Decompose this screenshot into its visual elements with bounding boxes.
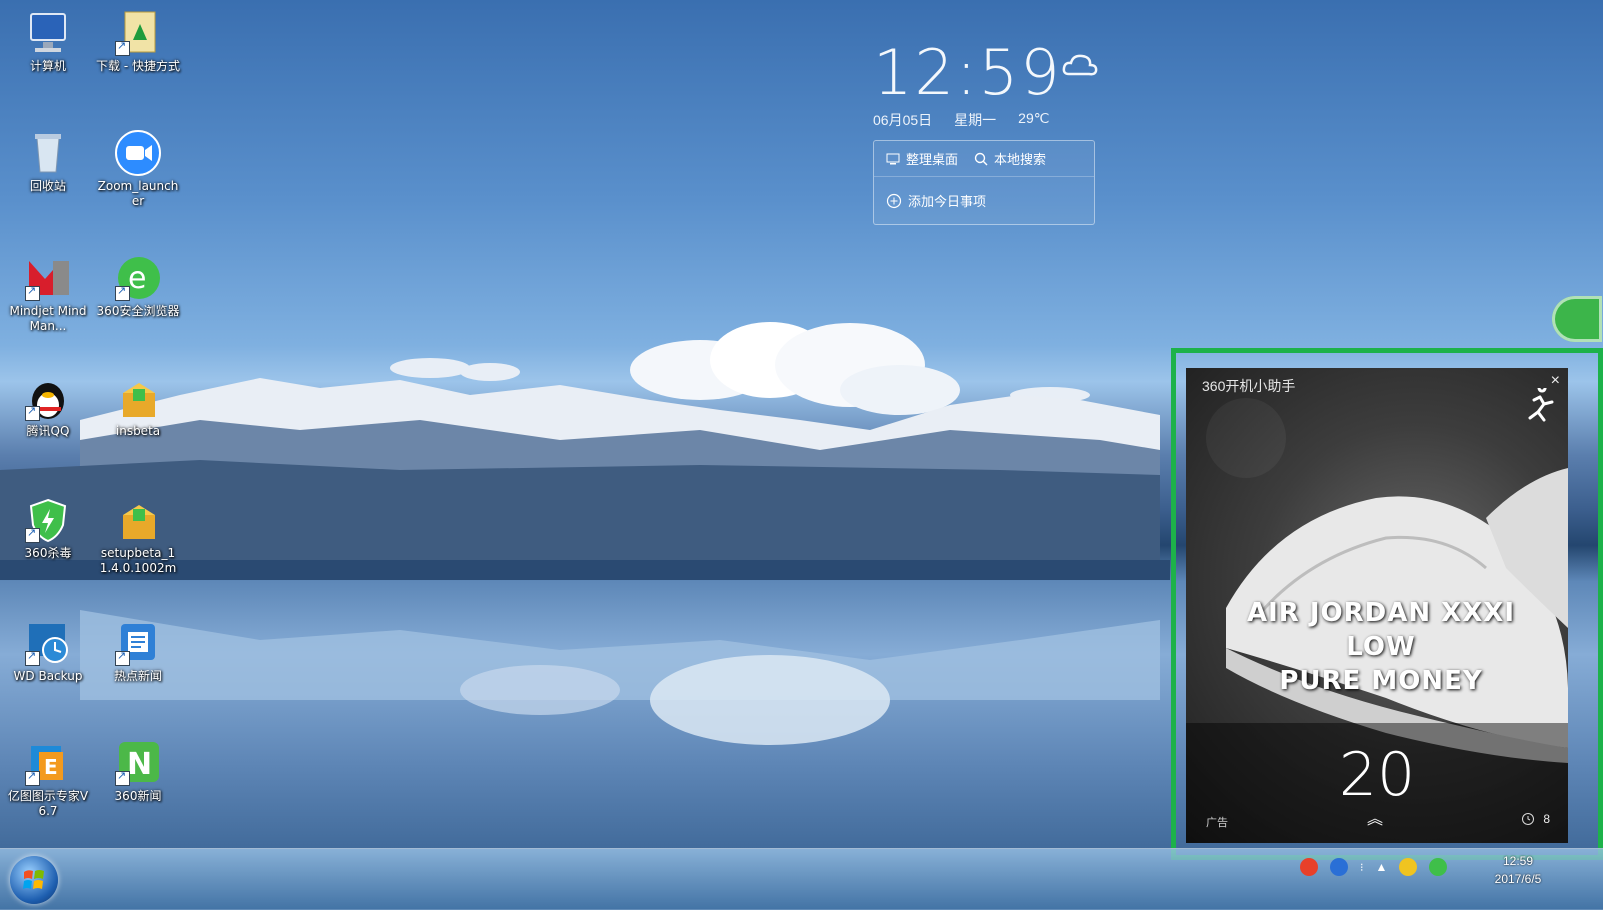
svg-text:E: E xyxy=(44,755,58,779)
shortcut-arrow-icon xyxy=(115,39,130,56)
local-search-label: 本地搜索 xyxy=(994,152,1047,167)
ad-headline-line1: AIR JORDAN XXXI LOW xyxy=(1247,598,1515,662)
edraw-icon: E xyxy=(25,740,71,786)
desktop-icon-wd-backup[interactable]: WD Backup xyxy=(6,620,90,684)
360-tray-icon[interactable] xyxy=(1399,858,1418,876)
icon-label: 360新闻 xyxy=(114,789,162,803)
clock-icon xyxy=(1522,813,1535,825)
floating-assistant-bubble[interactable] xyxy=(1552,296,1602,342)
clock-temperature: 29℃ xyxy=(1018,110,1050,126)
clock-weekday: 星期一 xyxy=(954,112,997,128)
windows-logo-icon xyxy=(23,870,44,889)
add-today-item-button[interactable]: 添加今日事项 xyxy=(874,176,1094,224)
desktop-icon-insbeta[interactable]: insbeta xyxy=(96,375,180,439)
desktop-icon-zoom-launcher[interactable]: Zoom_launcher xyxy=(96,130,180,209)
jumpman-logo-icon xyxy=(1528,388,1554,422)
help-icon[interactable] xyxy=(1330,858,1348,876)
icon-label: 腾讯QQ xyxy=(26,424,70,438)
svg-text:N: N xyxy=(127,747,152,782)
desktop-icon-downloads-shortcut[interactable]: 下载 - 快捷方式 xyxy=(96,10,180,74)
recycle-bin-icon xyxy=(25,130,71,176)
zoom-icon xyxy=(115,130,161,176)
organize-desktop-button[interactable]: 整理桌面 xyxy=(886,149,958,168)
svg-text:e: e xyxy=(128,261,146,296)
shield-icon xyxy=(25,497,71,543)
ad-headline: AIR JORDAN XXXI LOW PURE MONEY xyxy=(1216,596,1546,698)
countdown-number: 20 xyxy=(1338,740,1416,810)
desktop-icon-computer[interactable]: 计算机 xyxy=(6,10,90,74)
installer-box-icon xyxy=(115,375,161,421)
shortcut-arrow-icon xyxy=(25,649,40,666)
start-button[interactable] xyxy=(10,856,58,904)
desktop-icon-qq[interactable]: 腾讯QQ xyxy=(6,375,90,439)
desktop-icon-edraw[interactable]: E 亿图图示专家V6.7 xyxy=(6,740,90,819)
shortcut-arrow-icon xyxy=(115,769,130,786)
clock-actions-row: 整理桌面 本地搜索 xyxy=(874,141,1094,176)
show-hidden-icons-arrow-icon[interactable]: ▲ xyxy=(1376,860,1388,874)
shortcut-arrow-icon xyxy=(25,284,40,301)
taskbar-clock[interactable]: 12:59 2017/6/5 xyxy=(1478,852,1558,888)
taskbar-date: 2017/6/5 xyxy=(1494,872,1542,886)
tray-divider-icon: ⁝ xyxy=(1360,861,1364,874)
clock-action-panel: 整理桌面 本地搜索 添加今日事项 xyxy=(873,140,1095,225)
taskbar-time: 12:59 xyxy=(1502,854,1534,868)
qq-penguin-icon xyxy=(25,375,71,421)
installer-box-icon xyxy=(115,497,161,543)
icon-label: 360杀毒 xyxy=(24,546,72,560)
shortcut-arrow-icon xyxy=(25,404,40,421)
icon-label: 亿图图示专家V6.7 xyxy=(7,789,89,818)
weather-cloud-icon xyxy=(1062,54,1098,76)
computer-icon xyxy=(25,10,71,56)
desktop-icon-hot-news[interactable]: 热点新闻 xyxy=(96,620,180,684)
search-icon xyxy=(974,152,988,165)
clock-date: 06月05日 xyxy=(873,112,933,128)
360-guard-tray-icon[interactable] xyxy=(1429,858,1448,876)
add-circle-icon xyxy=(886,193,902,208)
shortcut-arrow-icon xyxy=(115,284,130,301)
icon-label: 下载 - 快捷方式 xyxy=(96,59,180,73)
360-browser-icon: e xyxy=(115,255,161,301)
startup-assistant-popup: 360开机小助手 × AIR JORDAN XXXI LOW PURE MONE… xyxy=(1186,368,1568,843)
icon-label: setupbeta_11.4.0.1002m xyxy=(99,546,177,575)
shortcut-arrow-icon xyxy=(25,769,40,786)
desktop-icon-360-browser[interactable]: e 360安全浏览器 xyxy=(96,255,180,319)
popup-title: 360开机小助手 xyxy=(1202,378,1296,394)
folder-shortcut-icon xyxy=(115,10,161,56)
view-count-value: 8 xyxy=(1543,812,1550,826)
icon-label: Zoom_launcher xyxy=(97,179,179,208)
system-tray: ⁝ ▲ xyxy=(1300,858,1448,876)
add-today-item-label: 添加今日事项 xyxy=(908,194,987,209)
icon-label: 计算机 xyxy=(29,59,66,73)
organize-desktop-label: 整理桌面 xyxy=(906,152,959,167)
desktop-icon-360-news[interactable]: N 360新闻 xyxy=(96,740,180,804)
shortcut-arrow-icon xyxy=(25,526,40,543)
shortcut-arrow-icon xyxy=(115,649,130,666)
desktop-icon-360-antivirus[interactable]: 360杀毒 xyxy=(6,497,90,561)
local-search-button[interactable]: 本地搜索 xyxy=(974,149,1046,168)
view-count: 8 xyxy=(1521,812,1550,826)
icon-label: Mindjet MindMan... xyxy=(9,304,87,333)
desktop-icon-mindjet[interactable]: Mindjet MindMan... xyxy=(6,255,90,334)
icon-label: insbeta xyxy=(115,424,161,438)
ad-headline-line2: PURE MONEY xyxy=(1279,666,1483,696)
icon-label: WD Backup xyxy=(13,669,83,683)
sogou-input-icon[interactable] xyxy=(1300,858,1318,876)
monitor-icon xyxy=(886,153,900,164)
desktop-icon-setupbeta[interactable]: setupbeta_11.4.0.1002m xyxy=(96,497,180,576)
news-icon xyxy=(115,620,161,666)
expand-up-icon[interactable]: ︽ xyxy=(1367,805,1383,829)
mindjet-icon xyxy=(25,255,71,301)
icon-label: 360安全浏览器 xyxy=(96,304,180,318)
icon-label: 回收站 xyxy=(29,179,66,193)
icon-label: 热点新闻 xyxy=(113,669,162,683)
clock-date-row: 06月05日 星期一 29℃ xyxy=(873,110,1113,130)
backup-clock-icon xyxy=(25,620,71,666)
desktop-icon-recycle-bin[interactable]: 回收站 xyxy=(6,130,90,194)
desktop-clock-widget: 12:59 06月05日 星期一 29℃ 整理桌面 本地搜索 添加今日事项 xyxy=(873,40,1113,225)
360-news-icon: N xyxy=(115,740,161,786)
ad-tag: 广告 xyxy=(1206,817,1228,829)
